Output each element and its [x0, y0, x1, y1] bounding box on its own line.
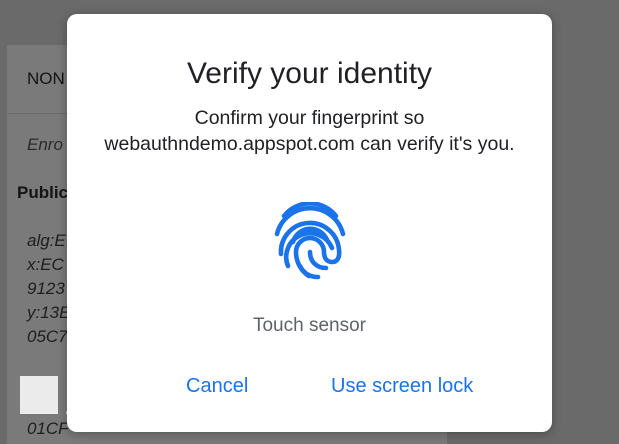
background-header-text: NON [27, 69, 65, 88]
watermark-logo [20, 376, 58, 414]
background-line: 01CF [27, 419, 69, 438]
background-line: Enro [27, 135, 63, 154]
background-line: 9123 [27, 279, 65, 298]
dialog-message: Confirm your fingerprint so webauthndemo… [104, 107, 515, 155]
fingerprint-icon [274, 202, 346, 280]
touch-sensor-label: Touch sensor [252, 315, 366, 336]
cancel-button[interactable]: Cancel [186, 371, 248, 401]
background-line: Public [17, 183, 69, 202]
use-screen-lock-button[interactable]: Use screen lock [331, 371, 473, 401]
background-line: 05C7 [27, 327, 68, 346]
dialog-title: Verify your identity [186, 57, 433, 90]
verify-identity-dialog: Verify your identity Confirm your finger… [67, 14, 552, 432]
watermark-text: www.ithome.com [66, 409, 142, 420]
background-line: alg:E [27, 231, 66, 250]
background-line: x:EC [27, 255, 64, 274]
background-line: y:13E [27, 303, 71, 322]
